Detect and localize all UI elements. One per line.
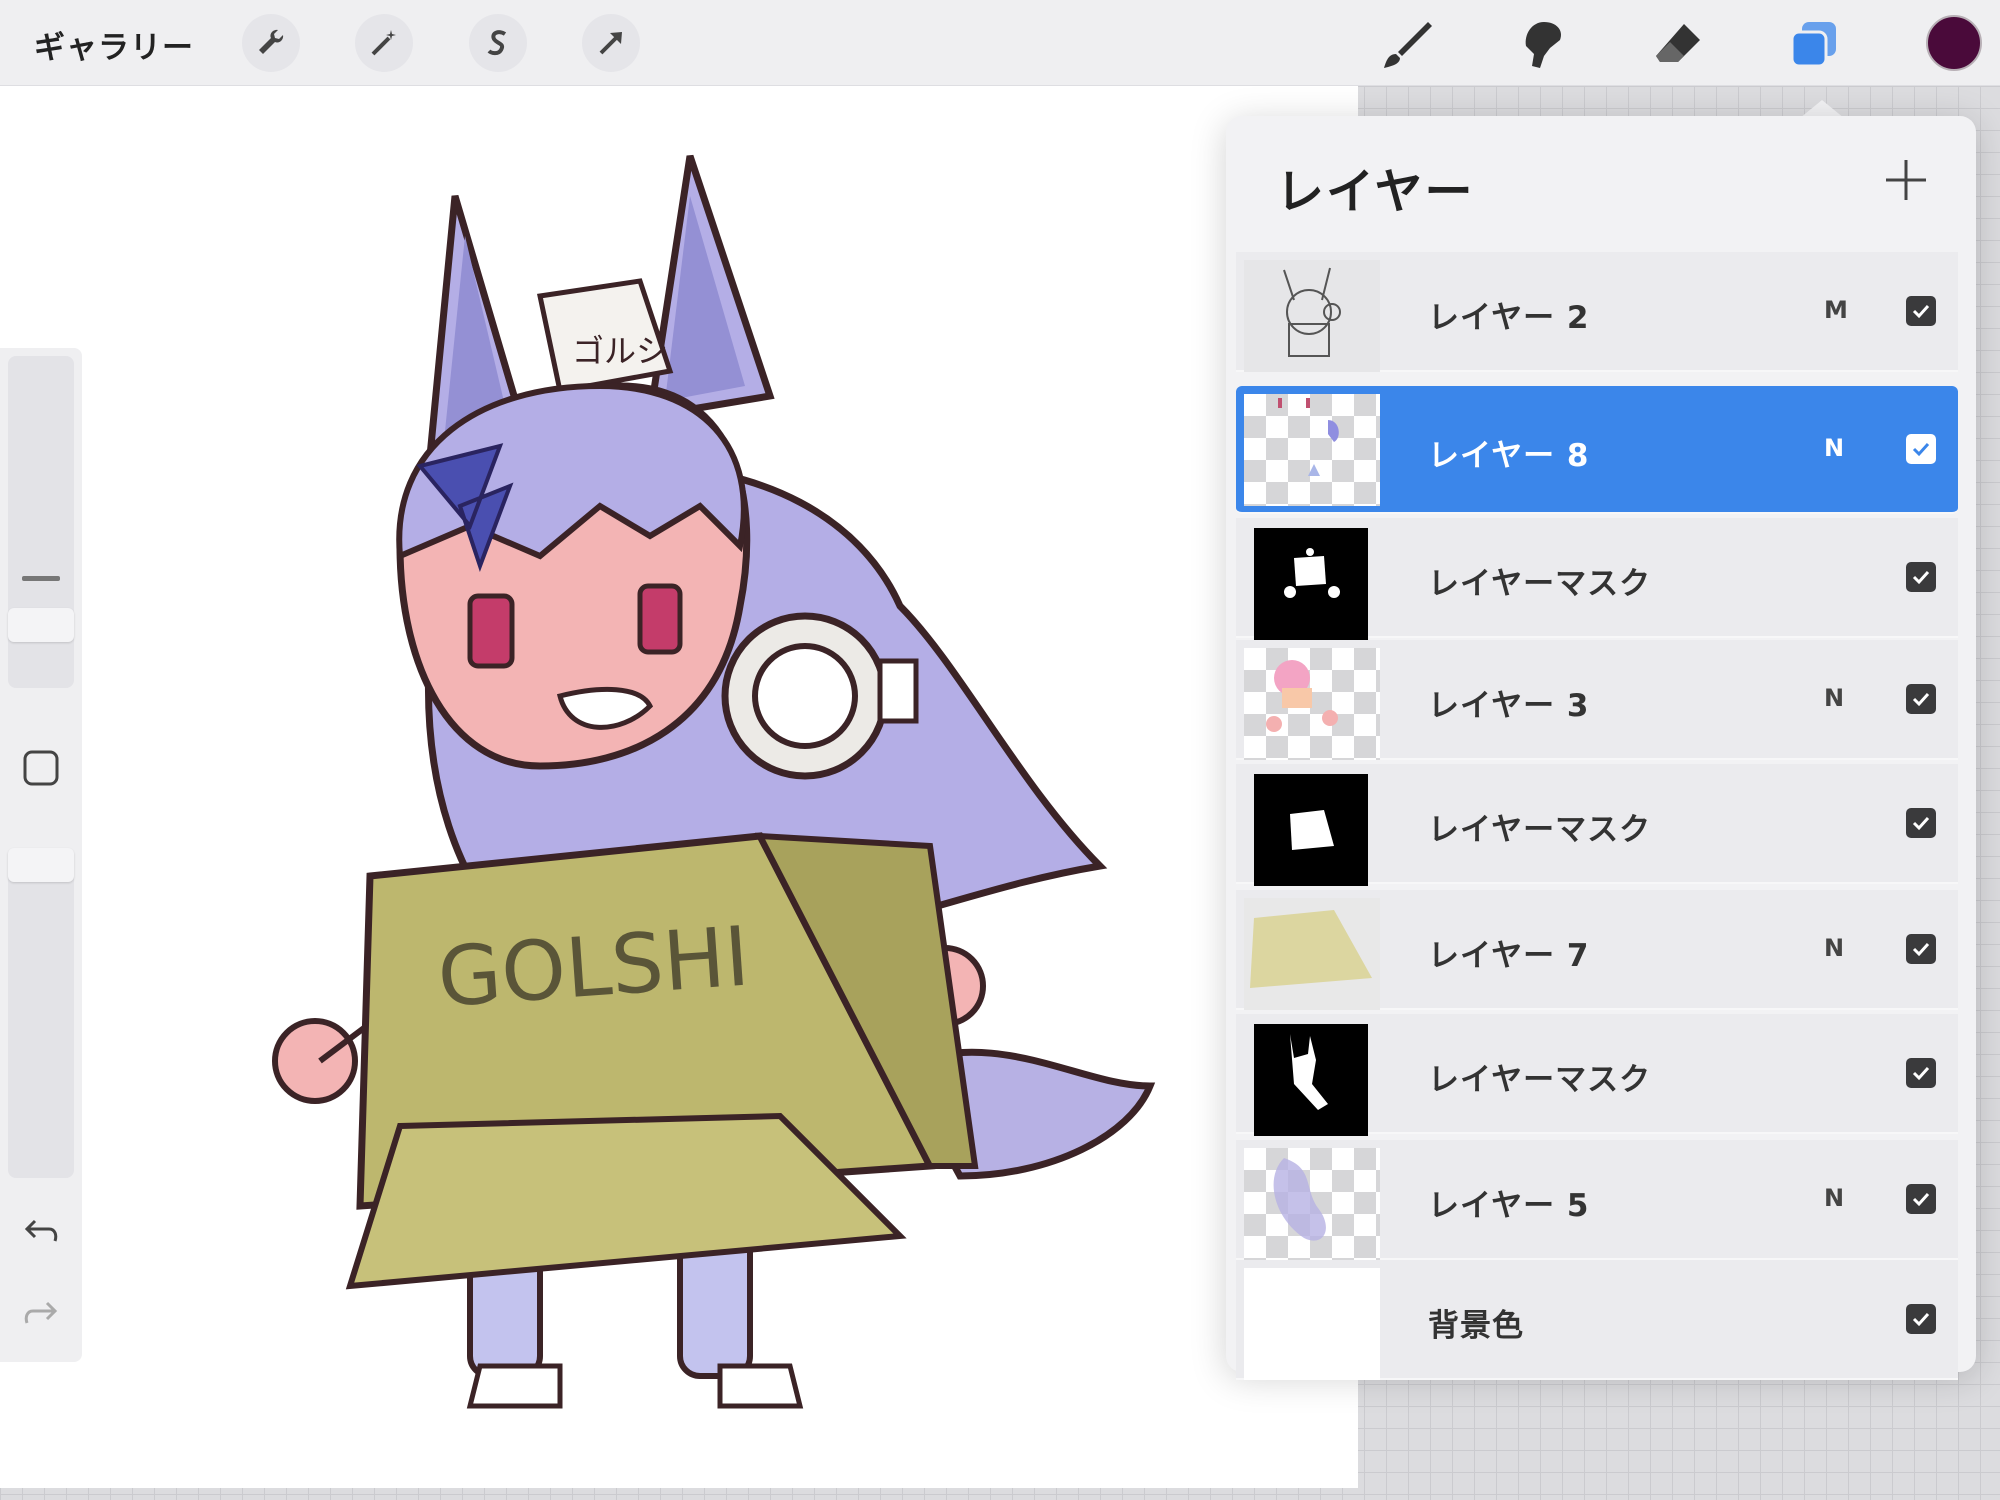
blend-mode-button[interactable]: N — [1824, 1184, 1844, 1212]
selection-button[interactable] — [469, 14, 527, 72]
artwork-illustration: ゴルシ GOLSHI — [272, 154, 1156, 1409]
add-layer-button[interactable] — [1880, 154, 1932, 206]
selection-s-icon — [487, 30, 507, 56]
transform-arrow-icon — [599, 32, 622, 55]
checkmark-icon — [1912, 692, 1930, 707]
layers-tool[interactable] — [1784, 14, 1844, 74]
actions-button[interactable] — [242, 14, 300, 72]
eraser-tool[interactable] — [1648, 14, 1708, 74]
wrench-icon — [259, 29, 284, 54]
modify-button[interactable] — [16, 743, 66, 793]
layer-thumbnail — [1244, 260, 1380, 372]
checkmark-icon — [1912, 570, 1930, 585]
checkmark-icon — [1912, 942, 1930, 957]
blend-mode-button[interactable]: N — [1824, 684, 1844, 712]
brush-icon — [1384, 22, 1432, 68]
layer-name: レイヤー 7 — [1428, 938, 1590, 974]
blend-mode-button[interactable]: N — [1824, 434, 1844, 462]
checkmark-icon — [1912, 1066, 1930, 1081]
layer-name: レイヤー 5 — [1428, 1188, 1590, 1224]
layer-thumbnail — [1244, 648, 1380, 760]
color-picker-button[interactable] — [1926, 15, 1982, 71]
brush-size-thumb[interactable] — [8, 608, 74, 642]
checkmark-icon — [1912, 1312, 1930, 1327]
layer-row[interactable]: レイヤー 7 N — [1236, 890, 1958, 1010]
square-icon — [23, 750, 59, 786]
visibility-checkbox[interactable] — [1906, 934, 1936, 964]
undo-icon — [24, 1219, 58, 1242]
blend-mode-button[interactable]: N — [1824, 934, 1844, 962]
brush-tool[interactable] — [1378, 14, 1438, 74]
layer-name: レイヤーマスク — [1428, 812, 1652, 848]
mask-thumbnail — [1254, 1024, 1368, 1136]
layer-name: レイヤー 3 — [1428, 688, 1590, 724]
visibility-checkbox[interactable] — [1906, 1184, 1936, 1214]
layer-name: レイヤーマスク — [1428, 566, 1652, 602]
eraser-icon — [1656, 24, 1700, 62]
size-indicator — [22, 576, 60, 581]
redo-button[interactable] — [16, 1288, 66, 1338]
layer-row[interactable]: レイヤーマスク — [1236, 1014, 1958, 1136]
magic-wand-icon — [371, 30, 396, 56]
layer-row[interactable]: レイヤーマスク — [1236, 764, 1958, 886]
left-sidebar — [0, 348, 82, 1362]
undo-button[interactable] — [16, 1206, 66, 1256]
layer-name: レイヤーマスク — [1428, 1062, 1652, 1098]
transform-button[interactable] — [582, 14, 640, 72]
background-color-thumbnail[interactable] — [1244, 1268, 1380, 1380]
visibility-checkbox[interactable] — [1906, 1304, 1936, 1334]
gallery-button[interactable]: ギャラリー — [34, 22, 194, 67]
mask-thumbnail — [1254, 528, 1368, 640]
visibility-checkbox[interactable] — [1906, 684, 1936, 714]
layer-thumbnail — [1244, 394, 1380, 506]
layer-row[interactable]: レイヤーマスク — [1236, 518, 1958, 640]
layer-thumbnail — [1244, 1148, 1380, 1260]
layer-row[interactable]: レイヤー 2 M — [1236, 252, 1958, 372]
mask-thumbnail — [1254, 774, 1368, 886]
checkmark-icon — [1912, 1192, 1930, 1207]
smudge-tool[interactable] — [1512, 14, 1572, 74]
layers-panel-title: レイヤー — [1276, 164, 1475, 220]
adjustments-button[interactable] — [355, 14, 413, 72]
checkmark-icon — [1912, 816, 1930, 831]
layer-row[interactable]: レイヤー 3 N — [1236, 640, 1958, 760]
hat-text: ゴルシ — [572, 332, 668, 370]
layer-row-background[interactable]: 背景色 — [1236, 1260, 1958, 1380]
drawing-canvas[interactable]: ゴルシ GOLSHI — [0, 86, 1358, 1488]
layer-name: レイヤー 2 — [1428, 300, 1590, 336]
brush-size-slider[interactable] — [8, 356, 74, 688]
layer-row-selected[interactable]: レイヤー 8 N — [1236, 386, 1958, 514]
opacity-thumb[interactable] — [8, 848, 74, 882]
layer-row[interactable]: レイヤー 5 N — [1236, 1140, 1958, 1260]
smudge-icon — [1525, 22, 1562, 68]
layers-icon — [1790, 22, 1836, 68]
top-toolbar: ギャラリー — [0, 0, 2000, 86]
visibility-checkbox[interactable] — [1906, 562, 1936, 592]
visibility-checkbox[interactable] — [1906, 296, 1936, 326]
checkmark-icon — [1912, 304, 1930, 319]
layer-thumbnail — [1244, 898, 1380, 1010]
visibility-checkbox[interactable] — [1906, 808, 1936, 838]
checkmark-icon — [1912, 442, 1930, 457]
opacity-slider[interactable] — [8, 848, 74, 1178]
visibility-checkbox[interactable] — [1906, 434, 1936, 464]
blend-mode-button[interactable]: M — [1824, 296, 1848, 324]
visibility-checkbox[interactable] — [1906, 1058, 1936, 1088]
redo-icon — [24, 1301, 58, 1324]
layer-name: 背景色 — [1428, 1308, 1524, 1344]
layer-name: レイヤー 8 — [1428, 438, 1590, 474]
layers-panel: レイヤー レイヤー 2 M レイヤー 8 N レイヤーマスク レイヤー 3 N — [1226, 116, 1976, 1380]
